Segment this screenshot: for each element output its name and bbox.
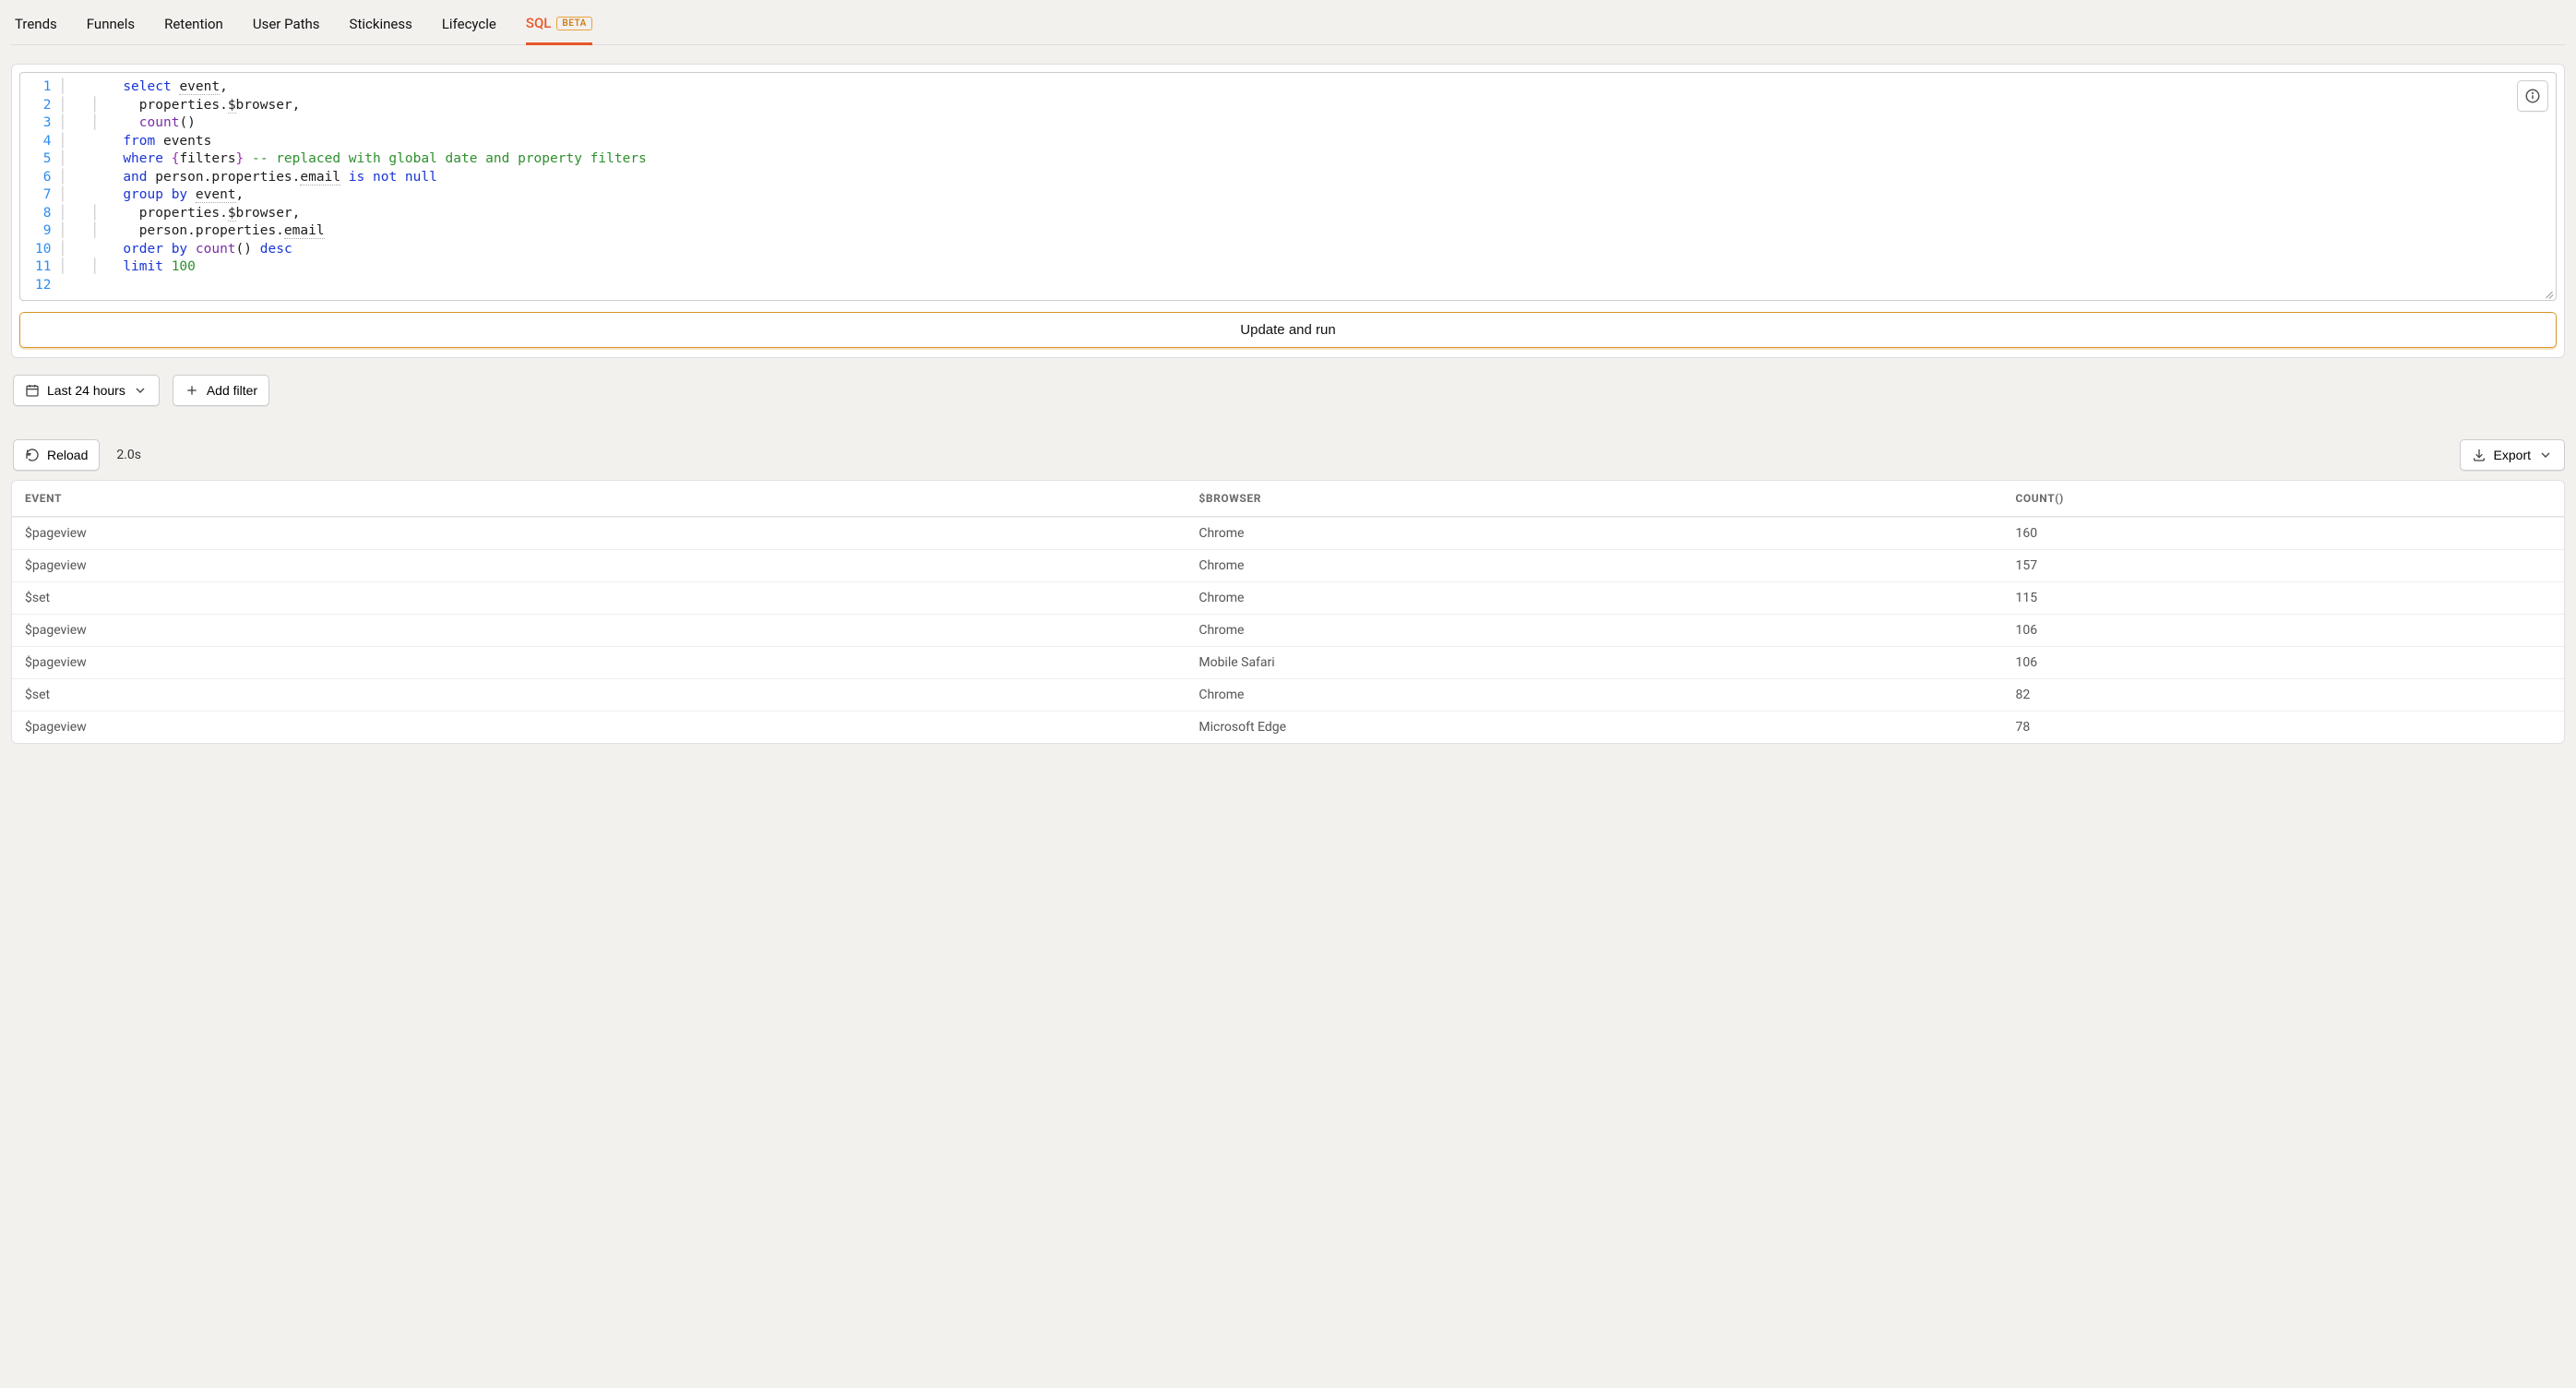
sql-editor[interactable]: 1 2 3 4 5 6 7 8 9 10 11 12 │ │ │ │ │ │ │… bbox=[20, 73, 2556, 300]
cell-event: $pageview bbox=[12, 712, 1186, 743]
table-row[interactable]: $pageviewMobile Safari106 bbox=[12, 646, 2564, 678]
col-count[interactable]: COUNT() bbox=[2002, 481, 2564, 516]
cell-browser: Chrome bbox=[1186, 615, 2002, 646]
tab-trends[interactable]: Trends bbox=[15, 7, 57, 44]
sql-panel: 1 2 3 4 5 6 7 8 9 10 11 12 │ │ │ │ │ │ │… bbox=[11, 64, 2565, 358]
cell-browser: Microsoft Edge bbox=[1186, 712, 2002, 743]
info-icon bbox=[2524, 88, 2541, 104]
info-button[interactable] bbox=[2517, 80, 2548, 112]
table-row[interactable]: $pageviewChrome160 bbox=[12, 517, 2564, 549]
results-table: EVENT $BROWSER COUNT() $pageviewChrome16… bbox=[11, 480, 2565, 744]
cell-browser: Chrome bbox=[1186, 518, 2002, 549]
tab-bar: Trends Funnels Retention User Paths Stic… bbox=[11, 0, 2565, 45]
cell-event: $pageview bbox=[12, 615, 1186, 646]
reload-label: Reload bbox=[47, 448, 88, 462]
cell-event: $pageview bbox=[12, 550, 1186, 581]
tab-user-paths[interactable]: User Paths bbox=[253, 7, 320, 44]
col-event[interactable]: EVENT bbox=[12, 481, 1186, 516]
calendar-icon bbox=[25, 383, 40, 398]
table-row[interactable]: $pageviewChrome157 bbox=[12, 549, 2564, 581]
export-button[interactable]: Export bbox=[2460, 439, 2565, 471]
tab-stickiness[interactable]: Stickiness bbox=[350, 7, 412, 44]
date-range-label: Last 24 hours bbox=[47, 383, 125, 398]
table-row[interactable]: $pageviewMicrosoft Edge78 bbox=[12, 711, 2564, 743]
resize-handle[interactable] bbox=[2541, 285, 2554, 298]
add-filter-button[interactable]: Add filter bbox=[173, 375, 269, 406]
cell-count: 160 bbox=[2002, 518, 2564, 549]
table-row[interactable]: $pageviewChrome106 bbox=[12, 614, 2564, 646]
cell-count: 82 bbox=[2002, 679, 2564, 711]
cell-count: 115 bbox=[2002, 582, 2564, 614]
table-body: $pageviewChrome160$pageviewChrome157$set… bbox=[12, 517, 2564, 743]
indent-guides: │ │ │ │ │ │ │ │ │ │ │ │ │ │ │ │ bbox=[58, 78, 123, 294]
add-filter-label: Add filter bbox=[207, 383, 257, 398]
update-and-run-button[interactable]: Update and run bbox=[19, 312, 2557, 348]
results-toolbar: Reload 2.0s Export bbox=[13, 439, 2565, 471]
download-icon bbox=[2472, 448, 2487, 462]
table-row[interactable]: $setChrome115 bbox=[12, 581, 2564, 614]
tab-lifecycle[interactable]: Lifecycle bbox=[442, 7, 496, 44]
table-row[interactable]: $setChrome82 bbox=[12, 678, 2564, 711]
date-range-button[interactable]: Last 24 hours bbox=[13, 375, 160, 406]
cell-browser: Chrome bbox=[1186, 582, 2002, 614]
tab-retention[interactable]: Retention bbox=[164, 7, 223, 44]
tab-sql[interactable]: SQL BETA bbox=[526, 7, 592, 45]
cell-browser: Mobile Safari bbox=[1186, 647, 2002, 678]
cell-count: 78 bbox=[2002, 712, 2564, 743]
cell-event: $set bbox=[12, 582, 1186, 614]
filter-row: Last 24 hours Add filter bbox=[13, 375, 2565, 406]
cell-browser: Chrome bbox=[1186, 550, 2002, 581]
sql-editor-wrap: 1 2 3 4 5 6 7 8 9 10 11 12 │ │ │ │ │ │ │… bbox=[19, 72, 2557, 301]
beta-badge: BETA bbox=[556, 17, 591, 30]
cell-count: 106 bbox=[2002, 615, 2564, 646]
cell-event: $set bbox=[12, 679, 1186, 711]
reload-icon bbox=[25, 448, 40, 462]
col-browser[interactable]: $BROWSER bbox=[1186, 481, 2002, 516]
reload-button[interactable]: Reload bbox=[13, 439, 100, 471]
line-gutter: 1 2 3 4 5 6 7 8 9 10 11 12 bbox=[20, 78, 58, 294]
cell-count: 157 bbox=[2002, 550, 2564, 581]
chevron-down-icon bbox=[2538, 448, 2553, 462]
export-label: Export bbox=[2494, 448, 2531, 462]
table-header: EVENT $BROWSER COUNT() bbox=[12, 481, 2564, 517]
elapsed-time: 2.0s bbox=[116, 448, 141, 462]
chevron-down-icon bbox=[133, 383, 148, 398]
plus-icon bbox=[185, 383, 199, 398]
cell-event: $pageview bbox=[12, 518, 1186, 549]
cell-count: 106 bbox=[2002, 647, 2564, 678]
code-body[interactable]: select event, properties.$browser, count… bbox=[123, 78, 655, 294]
cell-event: $pageview bbox=[12, 647, 1186, 678]
cell-browser: Chrome bbox=[1186, 679, 2002, 711]
tab-funnels[interactable]: Funnels bbox=[87, 7, 135, 44]
